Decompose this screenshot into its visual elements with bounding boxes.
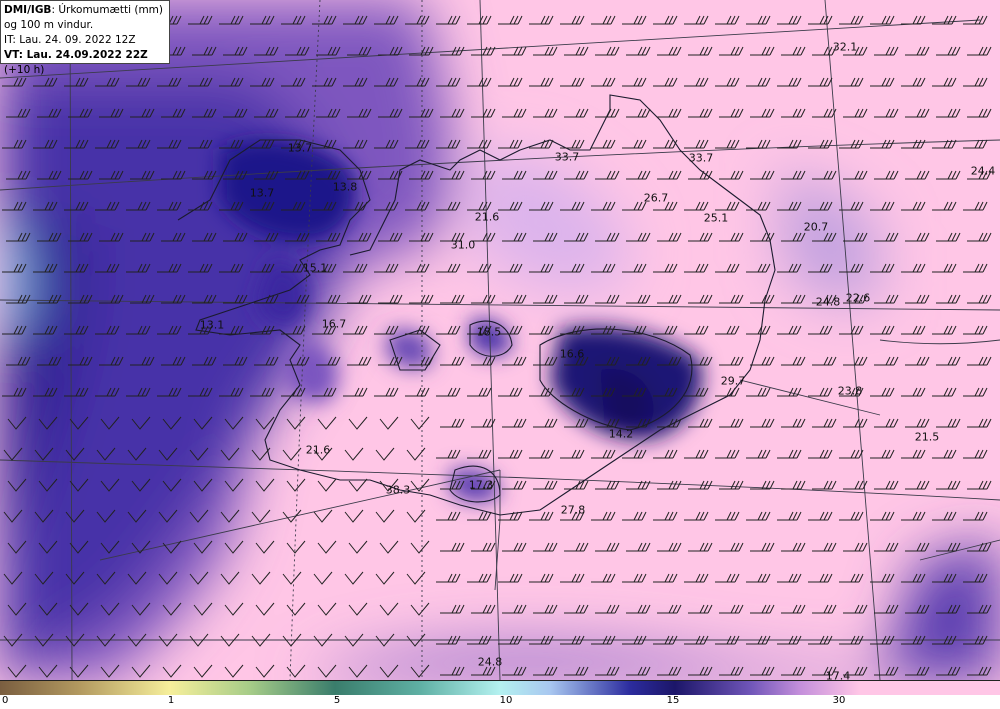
value-label: 24.8	[477, 655, 503, 669]
info-box: DMI/IGB: Úrkomumætti (mm) og 100 m vindu…	[0, 0, 170, 76]
value-label: 13.8	[332, 180, 358, 194]
colorbar-tick: 0	[2, 695, 9, 706]
value-label: 21.5	[914, 430, 940, 444]
value-label: 27.8	[560, 503, 586, 517]
precipitation-map	[0, 0, 1000, 680]
value-label: 16.7	[321, 317, 347, 331]
header-line2: og 100 m vindur.	[4, 19, 94, 31]
vt-rest: (+10 h)	[4, 64, 45, 76]
value-label: 16.6	[559, 347, 585, 361]
colorbar-tick: 1	[167, 695, 175, 706]
colorbar-tick: 30	[832, 695, 846, 706]
value-label: 23.8	[837, 384, 863, 398]
header-title-line: DMI/IGB: Úrkomumætti (mm)	[4, 3, 166, 18]
value-label: 21.6	[474, 210, 500, 224]
vt-bold: VT: Lau. 24.09.2022 22Z	[4, 49, 148, 61]
colorbar	[0, 680, 1000, 696]
value-label: 17.3	[468, 478, 494, 492]
header-vt-line: VT: Lau. 24.09.2022 22Z (+10 h)	[4, 48, 166, 78]
value-label: 21.6	[305, 443, 331, 457]
colorbar-tick: 15	[666, 695, 680, 706]
value-label: 13.1	[199, 318, 225, 332]
value-label: 15.1	[302, 261, 328, 275]
value-label: 13.7	[249, 186, 275, 200]
value-label: 22.6	[845, 291, 871, 305]
value-label: 33.7	[688, 151, 714, 165]
value-label: 32.1	[832, 40, 858, 54]
colorbar-ticks: 0 1 5 10 15 30	[0, 695, 1000, 709]
value-label: 24.8	[815, 295, 841, 309]
value-label: 14.2	[608, 427, 634, 441]
value-label: 31.0	[450, 238, 476, 252]
title-rest: : Úrkomumætti (mm)	[51, 4, 164, 16]
value-label: 26.7	[643, 191, 669, 205]
colorbar-tick: 5	[333, 695, 341, 706]
value-label: 38.3	[385, 483, 411, 497]
value-label: 33.7	[554, 150, 580, 164]
value-label: 29.7	[720, 374, 746, 388]
colorbar-tick: 10	[499, 695, 513, 706]
header-it-line: IT: Lau. 24. 09. 2022 12Z	[4, 34, 136, 46]
value-label: 25.1	[703, 211, 729, 225]
value-label: 20.7	[803, 220, 829, 234]
value-label: 24.4	[970, 164, 996, 178]
value-label: 18.5	[476, 325, 502, 339]
value-label: 13.7	[287, 141, 313, 155]
source-label: DMI/IGB	[4, 4, 52, 16]
